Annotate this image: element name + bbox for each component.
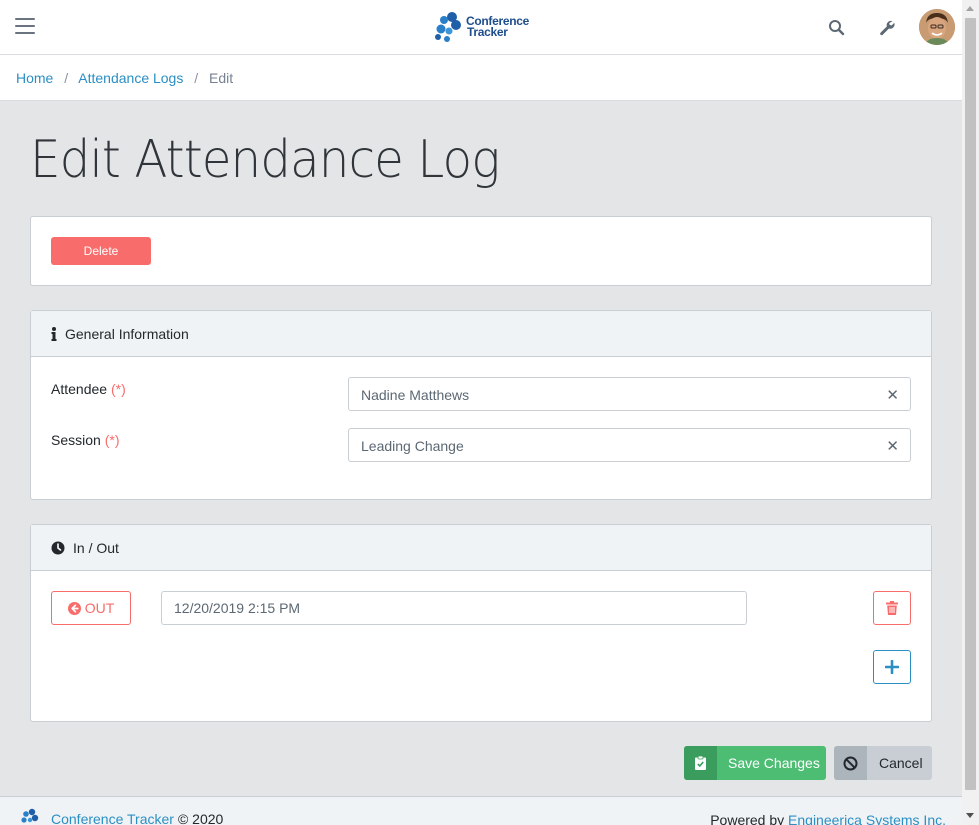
session-label-text: Session [51, 432, 101, 448]
user-avatar[interactable] [919, 9, 955, 45]
app-logo[interactable]: Conference Tracker [434, 11, 529, 43]
delete-entry-button[interactable] [873, 591, 911, 625]
wrench-icon[interactable] [877, 18, 897, 38]
out-label: OUT [84, 600, 115, 616]
in-out-card: In / Out OUT [30, 524, 932, 722]
scrollbar-thumb[interactable] [965, 18, 976, 790]
datetime-input[interactable] [161, 591, 747, 625]
trash-icon [886, 601, 898, 615]
footer-company-link[interactable]: Engineerica Systems Inc. [788, 812, 946, 825]
footer-copyright: © 2020 [177, 811, 224, 825]
session-label: Session (*) [51, 432, 119, 448]
hamburger-icon[interactable] [15, 18, 35, 36]
plus-icon [885, 660, 899, 674]
search-icon[interactable] [827, 18, 847, 38]
arrow-circle-left-icon [67, 601, 81, 615]
page-scrollbar[interactable] [962, 0, 979, 825]
required-marker: (*) [104, 432, 120, 448]
logo-text: Conference Tracker [466, 15, 529, 39]
required-marker: (*) [110, 381, 126, 397]
general-information-header: General Information [31, 311, 931, 357]
breadcrumb-attendance-logs[interactable]: Attendance Logs [78, 70, 183, 86]
logo-mark-icon [435, 12, 461, 42]
attendee-value: Nadine Matthews [361, 387, 470, 403]
attendee-row: Attendee (*) Nadine Matthews ✕ [51, 377, 911, 411]
save-changes-button[interactable]: Save Changes [684, 746, 826, 780]
add-entry-button[interactable] [873, 650, 911, 684]
cancel-button[interactable]: Cancel [834, 746, 932, 780]
delete-button[interactable]: Delete [51, 237, 151, 265]
scroll-down-arrow-icon[interactable] [966, 813, 974, 818]
ban-icon [834, 746, 867, 780]
session-row: Session (*) Leading Change ✕ [51, 428, 911, 462]
breadcrumb-separator: / [194, 70, 199, 86]
actions-card: Delete [30, 216, 932, 286]
in-out-header: In / Out [31, 525, 931, 571]
out-toggle-button[interactable]: OUT [51, 591, 131, 625]
clear-session-icon[interactable]: ✕ [886, 437, 899, 455]
page-footer: Conference Tracker © 2020 Powered by Eng… [0, 796, 962, 825]
cancel-label: Cancel [879, 755, 923, 771]
page-title: Edit Attendance Log [30, 130, 500, 190]
info-icon [51, 326, 57, 341]
save-changes-label: Save Changes [728, 755, 820, 771]
session-select[interactable]: Leading Change ✕ [348, 428, 911, 462]
general-information-title: General Information [65, 325, 189, 342]
top-navbar: Conference Tracker [0, 0, 962, 55]
footer-right: Powered by Engineerica Systems Inc. [710, 812, 946, 825]
breadcrumb-current: Edit [209, 70, 234, 86]
scroll-up-arrow-icon[interactable] [966, 6, 974, 11]
attendee-label: Attendee (*) [51, 381, 126, 397]
session-value: Leading Change [361, 438, 464, 454]
breadcrumb-separator: / [64, 70, 69, 86]
avatar-image [919, 9, 955, 45]
footer-logo-icon [21, 808, 39, 823]
clear-attendee-icon[interactable]: ✕ [886, 386, 899, 404]
breadcrumb-home[interactable]: Home [16, 70, 53, 86]
logo-line-2: Tracker [467, 25, 508, 39]
attendee-label-text: Attendee [51, 381, 108, 397]
breadcrumb: Home / Attendance Logs / Edit [0, 55, 962, 101]
general-information-card: General Information Attendee (*) Nadine … [30, 310, 932, 500]
in-out-title: In / Out [73, 539, 119, 556]
attendee-select[interactable]: Nadine Matthews ✕ [348, 377, 911, 411]
clipboard-check-icon [684, 746, 717, 780]
footer-app-link[interactable]: Conference Tracker [51, 811, 174, 825]
clock-icon [51, 541, 65, 554]
footer-left: Conference Tracker © 2020 [20, 808, 224, 825]
footer-powered-by: Powered by [710, 812, 785, 825]
